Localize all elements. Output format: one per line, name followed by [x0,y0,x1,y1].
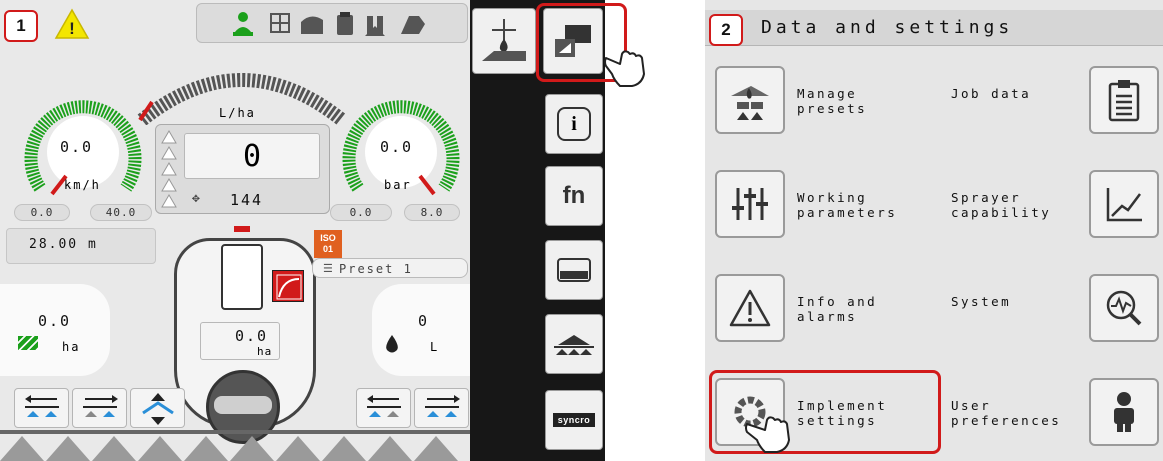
boom-sections [0,430,470,461]
rate-unit: L/ha [219,106,256,120]
boom-width-value: 28.00 m [29,237,98,252]
sliders-icon [732,188,768,220]
hand-pointer-icon-2 [745,416,790,453]
pressure-value: 0.0 [380,138,414,156]
sprayer-capability-button[interactable] [1089,170,1159,238]
tank-level-gauge [221,244,263,310]
info-icon: i [557,107,591,141]
data-settings-header: Data and settings [705,10,1163,46]
iso-badge-line2: 01 [322,244,333,254]
page-title: Data and settings [761,17,1014,38]
highlight-frame-implement-settings [709,370,941,454]
status-icon-bar [196,3,468,43]
info-alarms-label: Info and alarms [797,294,877,324]
pressure-max: 8.0 [404,204,460,221]
speed-max: 40.0 [90,204,152,221]
pressure-min: 0.0 [330,204,392,221]
iso-badge-line1: ISO [320,233,336,243]
job-data-label: Job data [951,86,1031,101]
system-button[interactable] [1089,274,1159,342]
step-marker-1: 1 [4,10,38,42]
hand-pointer-icon [604,50,645,87]
tank-marker [234,226,250,232]
alarm-icon [729,289,771,327]
info-alarms-label-line2: alarms [797,309,858,324]
manage-presets-button[interactable] [715,66,785,134]
user-preferences-label-line2: preferences [951,413,1062,428]
boom-icon [554,335,594,355]
working-parameters-label: Working parameters [797,190,897,220]
preset-selector[interactable]: ☰ Preset 1 [312,258,468,278]
droplet-icon [386,335,398,353]
user-preferences-label-line1: User [951,398,992,413]
tank-center-value: 0.0 [235,327,269,345]
step-marker-2: 2 [709,14,743,46]
tank-view-button[interactable] [545,240,603,300]
info-button[interactable]: i [545,94,603,154]
working-parameters-label-line1: Working [797,190,868,205]
tank-lid-handle [214,396,272,414]
info-alarms-button[interactable] [715,274,785,342]
speed-min: 0.0 [14,204,70,221]
chart-icon [1106,188,1142,222]
system-label-line1: System [951,294,1012,309]
volume-value: 0 [418,312,430,330]
boom-left-unfold-button[interactable] [72,388,127,428]
user-icon [1114,392,1134,432]
tank-center-readout: 0.0 ha [200,322,280,360]
warning-icon[interactable]: ! [54,8,90,40]
diagnostics-icon [1106,290,1142,326]
preset-label: Preset 1 [339,262,413,276]
area-panel: 0.0 ha [0,284,110,376]
rate-sub-value: 144 [230,191,264,209]
fn-button[interactable]: fn [545,166,603,226]
boom-left-fold-button[interactable] [14,388,69,428]
sprayer-capability-label-line1: Sprayer [951,190,1022,205]
manage-presets-label-line2: presets [797,101,868,116]
curve-icon[interactable] [272,270,304,302]
speed-unit: km/h [64,178,101,192]
user-preferences-button[interactable] [1089,378,1159,446]
area-unit: ha [62,340,81,354]
volume-panel: 0 L [372,284,470,376]
system-label: System [951,294,1011,309]
manage-presets-label: Manage presets [797,86,867,116]
boom-right-fold-button[interactable] [356,388,411,428]
presets-icon [731,86,769,120]
job-data-label-line1: Job data [951,86,1032,101]
sprayer-capability-label-line2: capability [951,205,1052,220]
info-alarms-label-line1: Info and [797,294,878,309]
run-screen: 1 ! 0.0 km/h 0.0 40.0 L/ha 0 ✥ 144 0.0 b… [0,0,470,461]
rate-panel: 0 ✥ 144 [155,124,330,214]
data-settings-screen: Data and settings 2 Manage presets Job d… [705,0,1163,461]
user-preferences-label: User preferences [951,398,1061,428]
boom-height-button[interactable] [130,388,185,428]
status-icons [233,12,425,36]
tank-icon [557,258,591,282]
speed-value: 0.0 [60,138,94,156]
clipboard-icon [1108,80,1140,122]
job-data-button[interactable] [1089,66,1159,134]
boom-right-unfold-button[interactable] [414,388,469,428]
boom-sections-button[interactable] [545,314,603,374]
volume-unit: L [430,340,438,354]
svg-text:!: ! [69,19,75,38]
area-value: 0.0 [38,312,72,330]
area-icon [18,336,38,350]
rate-step-arrows [161,130,177,208]
target-icon: ✥ [192,191,200,206]
boom-width-panel: 28.00 m [6,228,156,264]
syncro-button[interactable]: syncro [545,390,603,450]
sprayer-capability-label: Sprayer capability [951,190,1051,220]
working-parameters-button[interactable] [715,170,785,238]
boom-control-button[interactable] [472,8,536,74]
pressure-unit: bar [384,178,412,192]
iso-badge: ISO 01 [314,230,342,258]
list-icon: ☰ [323,262,333,275]
rate-value: 0 [184,133,320,179]
working-parameters-label-line2: parameters [797,205,898,220]
manage-presets-label-line1: Manage [797,86,858,101]
tank-center-unit: ha [257,345,273,358]
syncro-logo: syncro [552,413,596,427]
